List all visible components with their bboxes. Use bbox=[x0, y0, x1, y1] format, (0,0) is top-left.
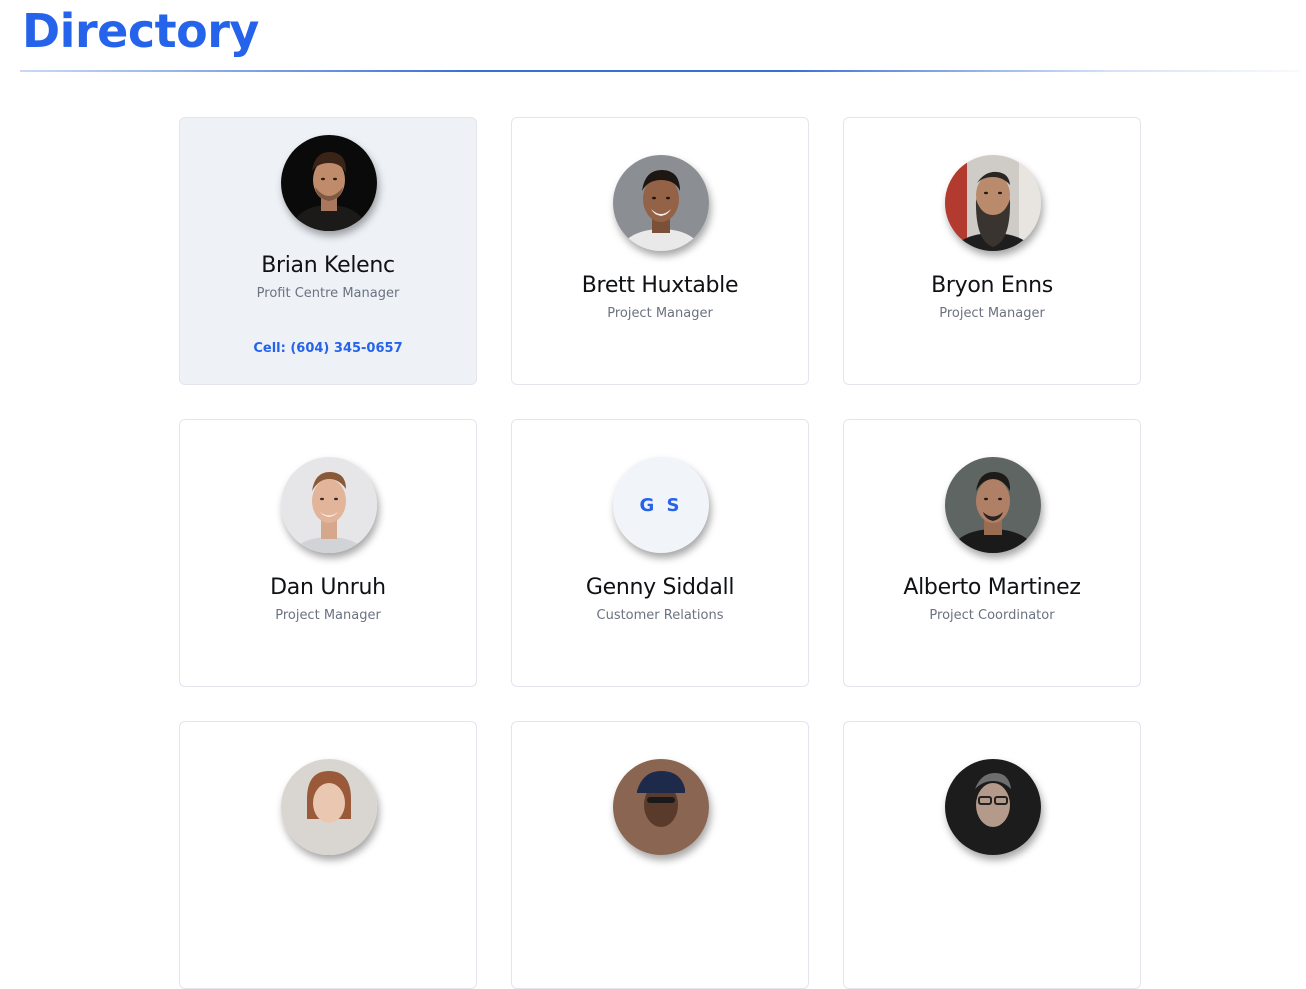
person-name: Genny Siddall bbox=[585, 575, 735, 600]
avatar bbox=[281, 135, 377, 231]
person-name: Dan Unruh bbox=[270, 575, 386, 600]
person-role: Profit Centre Manager bbox=[256, 286, 400, 301]
avatar bbox=[613, 155, 709, 251]
photo-portrait-icon bbox=[945, 457, 1041, 553]
person-card-dan-unruh[interactable]: Dan Unruh Project Manager bbox=[179, 419, 477, 687]
photo-portrait-icon bbox=[945, 155, 1041, 251]
person-card-bryon-enns[interactable]: Bryon Enns Project Manager bbox=[843, 117, 1141, 385]
person-card[interactable] bbox=[179, 721, 477, 989]
photo-portrait-icon bbox=[613, 759, 709, 855]
photo-portrait-icon bbox=[281, 135, 377, 231]
avatar-initials: G S bbox=[613, 457, 709, 553]
person-role: Project Manager bbox=[275, 608, 381, 623]
person-name: Bryon Enns bbox=[931, 273, 1053, 298]
page-header: Directory bbox=[20, 0, 1300, 74]
avatar bbox=[945, 457, 1041, 553]
person-card-brian-kelenc[interactable]: Brian Kelenc Profit Centre Manager Cell:… bbox=[179, 117, 477, 385]
photo-portrait-icon bbox=[281, 457, 377, 553]
person-card-genny-siddall[interactable]: G S Genny Siddall Customer Relations bbox=[511, 419, 809, 687]
photo-portrait-icon bbox=[945, 759, 1041, 855]
person-name: Brett Huxtable bbox=[581, 273, 739, 298]
person-role: Project Manager bbox=[607, 306, 713, 321]
phone-link[interactable]: Cell: (604) 345-0657 bbox=[180, 341, 476, 356]
person-role: Project Manager bbox=[939, 306, 1045, 321]
person-card-brett-huxtable[interactable]: Brett Huxtable Project Manager bbox=[511, 117, 809, 385]
avatar bbox=[945, 759, 1041, 855]
person-card[interactable] bbox=[843, 721, 1141, 989]
avatar bbox=[281, 457, 377, 553]
avatar bbox=[281, 759, 377, 855]
person-name: Brian Kelenc bbox=[261, 253, 395, 278]
person-name: Alberto Martinez bbox=[903, 575, 1081, 600]
person-role: Customer Relations bbox=[596, 608, 724, 623]
page-title: Directory bbox=[22, 4, 259, 58]
person-card[interactable] bbox=[511, 721, 809, 989]
person-card-alberto-martinez[interactable]: Alberto Martinez Project Coordinator bbox=[843, 419, 1141, 687]
photo-portrait-icon bbox=[281, 759, 377, 855]
photo-portrait-icon bbox=[613, 155, 709, 251]
avatar bbox=[613, 759, 709, 855]
avatar bbox=[945, 155, 1041, 251]
person-role: Project Coordinator bbox=[929, 608, 1055, 623]
title-divider bbox=[20, 70, 1300, 72]
